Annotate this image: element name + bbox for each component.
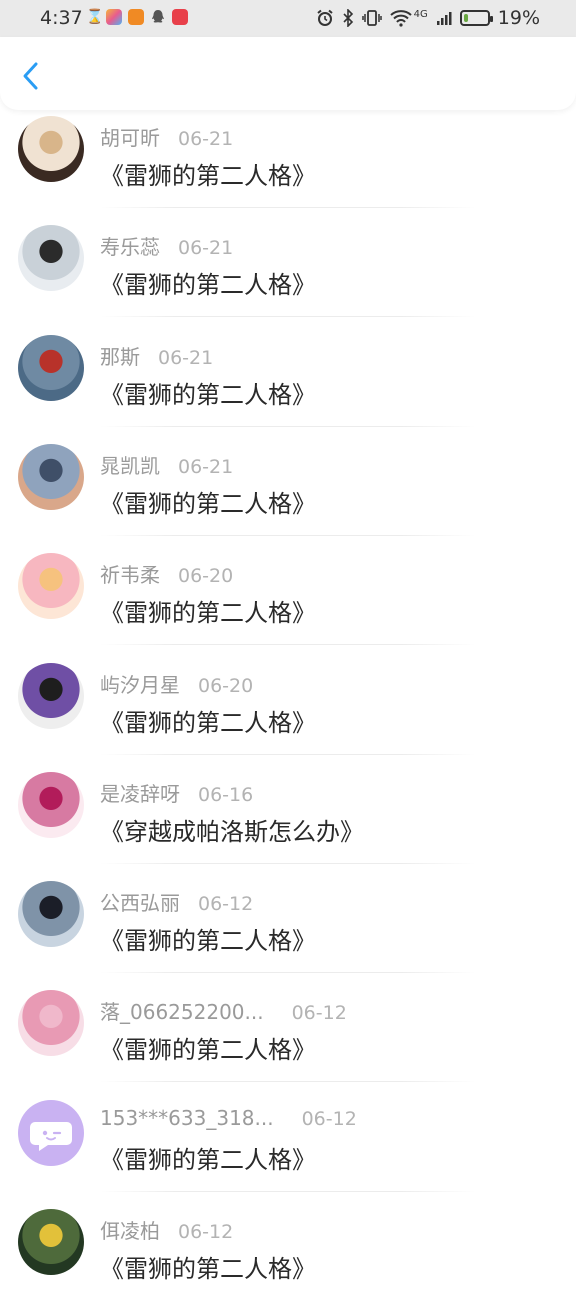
item-meta: 晁凯凯 06-21 (100, 450, 233, 479)
item-date: 06-21 (178, 455, 234, 478)
book-title-link[interactable]: 《雷狮的第二人格》 (100, 265, 316, 300)
list-item[interactable]: 祈韦柔 06-20 《雷狮的第二人格》 (0, 551, 576, 660)
video-app-icon (128, 9, 144, 25)
avatar[interactable] (18, 1209, 84, 1275)
user-name[interactable]: 是凌辞呀 (100, 778, 180, 807)
status-time: 4:37 (40, 7, 83, 29)
list-item[interactable]: 那斯 06-21 《雷狮的第二人格》 (0, 333, 576, 442)
book-title-link[interactable]: 《雷狮的第二人格》 (100, 921, 316, 956)
item-date: 06-21 (178, 237, 234, 260)
item-meta: 是凌辞呀 06-16 (100, 778, 253, 807)
item-meta: 落_066252200... 06-12 (100, 996, 347, 1025)
status-bar: 4:37 ⌛ 4G 19% (0, 0, 576, 37)
list-item[interactable]: 晁凯凯 06-21 《雷狮的第二人格》 (0, 442, 576, 551)
user-name[interactable]: 佴凌柏 (100, 1215, 160, 1244)
back-button[interactable] (18, 61, 44, 91)
item-date: 06-16 (198, 783, 254, 806)
avatar[interactable] (18, 116, 84, 182)
user-name[interactable]: 落_066252200... (100, 996, 264, 1025)
book-title-link[interactable]: 《雷狮的第二人格》 (100, 1030, 316, 1065)
list-item[interactable]: 公西弘丽 06-12 《雷狮的第二人格》 (0, 879, 576, 988)
avatar[interactable] (18, 334, 84, 401)
book-title-link[interactable]: 《雷狮的第二人格》 (100, 703, 316, 738)
divider (100, 753, 476, 755)
item-date: 06-12 (178, 1221, 234, 1243)
list-item[interactable]: 佴凌柏 06-12 《雷狮的第二人格》 (0, 1207, 576, 1316)
item-date: 06-12 (301, 1107, 357, 1130)
list-item[interactable]: 屿汐月星 06-20 《雷狮的第二人格》 (0, 661, 576, 770)
book-title-link[interactable]: 《雷狮的第二人格》 (100, 484, 316, 519)
user-name[interactable]: 寿乐蕊 (100, 231, 160, 260)
list-item[interactable]: 153***633_318... 06-12 《雷狮的第二人格》 (0, 1098, 576, 1207)
chevron-left-icon (23, 62, 38, 90)
alarm-icon (317, 9, 333, 26)
divider (100, 207, 476, 208)
avatar[interactable] (18, 881, 84, 948)
vibrate-icon (361, 10, 382, 26)
list-item[interactable]: 寿乐蕊 06-21 《雷狮的第二人格》 (0, 223, 576, 332)
list-item[interactable]: 胡可昕 06-21 《雷狮的第二人格》 (0, 114, 576, 223)
item-meta: 屿汐月星 06-20 (100, 669, 253, 698)
avatar[interactable] (18, 225, 84, 292)
battery-percent: 19% (497, 7, 540, 29)
avatar[interactable] (18, 662, 84, 729)
wifi-icon (389, 10, 412, 27)
divider (100, 534, 476, 536)
item-date: 06-20 (178, 565, 234, 588)
book-title-link[interactable]: 《雷狮的第二人格》 (100, 1249, 316, 1284)
notification-icons: ⌛ (86, 9, 188, 25)
item-meta: 佴凌柏 06-12 (100, 1215, 233, 1244)
hourglass-icon: ⌛ (86, 9, 104, 25)
network-type: 4G (413, 8, 428, 20)
avatar[interactable] (18, 443, 84, 510)
user-name[interactable]: 胡可昕 (100, 122, 160, 151)
signal-icon (436, 12, 452, 25)
user-name[interactable]: 屿汐月星 (100, 669, 180, 698)
list-item[interactable]: 是凌辞呀 06-16 《穿越成帕洛斯怎么办》 (0, 770, 576, 879)
divider (100, 1190, 476, 1192)
item-date: 06-20 (198, 674, 254, 697)
user-name[interactable]: 153***633_318... (100, 1106, 274, 1130)
divider (100, 425, 476, 427)
bluetooth-icon (343, 9, 353, 27)
divider (100, 862, 476, 864)
divider (100, 316, 476, 318)
divider (100, 644, 476, 646)
avatar[interactable] (18, 771, 84, 838)
item-date: 06-12 (291, 1002, 347, 1025)
item-date: 06-12 (198, 893, 254, 916)
divider (100, 1081, 476, 1083)
avatar[interactable] (18, 553, 84, 620)
app-icon (106, 9, 122, 25)
item-meta: 祈韦柔 06-20 (100, 559, 233, 588)
user-name[interactable]: 公西弘丽 (100, 887, 180, 916)
book-title-link[interactable]: 《雷狮的第二人格》 (100, 156, 316, 191)
avatar-chat-bubble-icon[interactable] (18, 1099, 84, 1166)
book-title-link[interactable]: 《雷狮的第二人格》 (100, 1140, 316, 1175)
item-meta: 寿乐蕊 06-21 (100, 231, 233, 260)
list-item[interactable]: 落_066252200... 06-12 《雷狮的第二人格》 (0, 988, 576, 1097)
book-title-link[interactable]: 《穿越成帕洛斯怎么办》 (100, 812, 364, 847)
header-bar (0, 37, 576, 110)
item-meta: 公西弘丽 06-12 (100, 887, 253, 916)
item-date: 06-21 (178, 128, 234, 150)
avatar[interactable] (18, 990, 84, 1057)
user-name[interactable]: 祈韦柔 (100, 559, 160, 588)
item-meta: 胡可昕 06-21 (100, 122, 233, 151)
book-title-link[interactable]: 《雷狮的第二人格》 (100, 375, 316, 410)
book-title-link[interactable]: 《雷狮的第二人格》 (100, 593, 316, 628)
item-meta: 153***633_318... 06-12 (100, 1106, 357, 1130)
app-icon (172, 9, 188, 25)
user-name[interactable]: 晁凯凯 (100, 450, 160, 479)
item-date: 06-21 (158, 346, 214, 369)
qq-icon (150, 9, 166, 25)
user-name[interactable]: 那斯 (100, 341, 140, 370)
system-icons: 4G 19% (316, 7, 540, 29)
item-meta: 那斯 06-21 (100, 341, 213, 370)
battery-icon (459, 10, 493, 26)
divider (100, 972, 476, 974)
